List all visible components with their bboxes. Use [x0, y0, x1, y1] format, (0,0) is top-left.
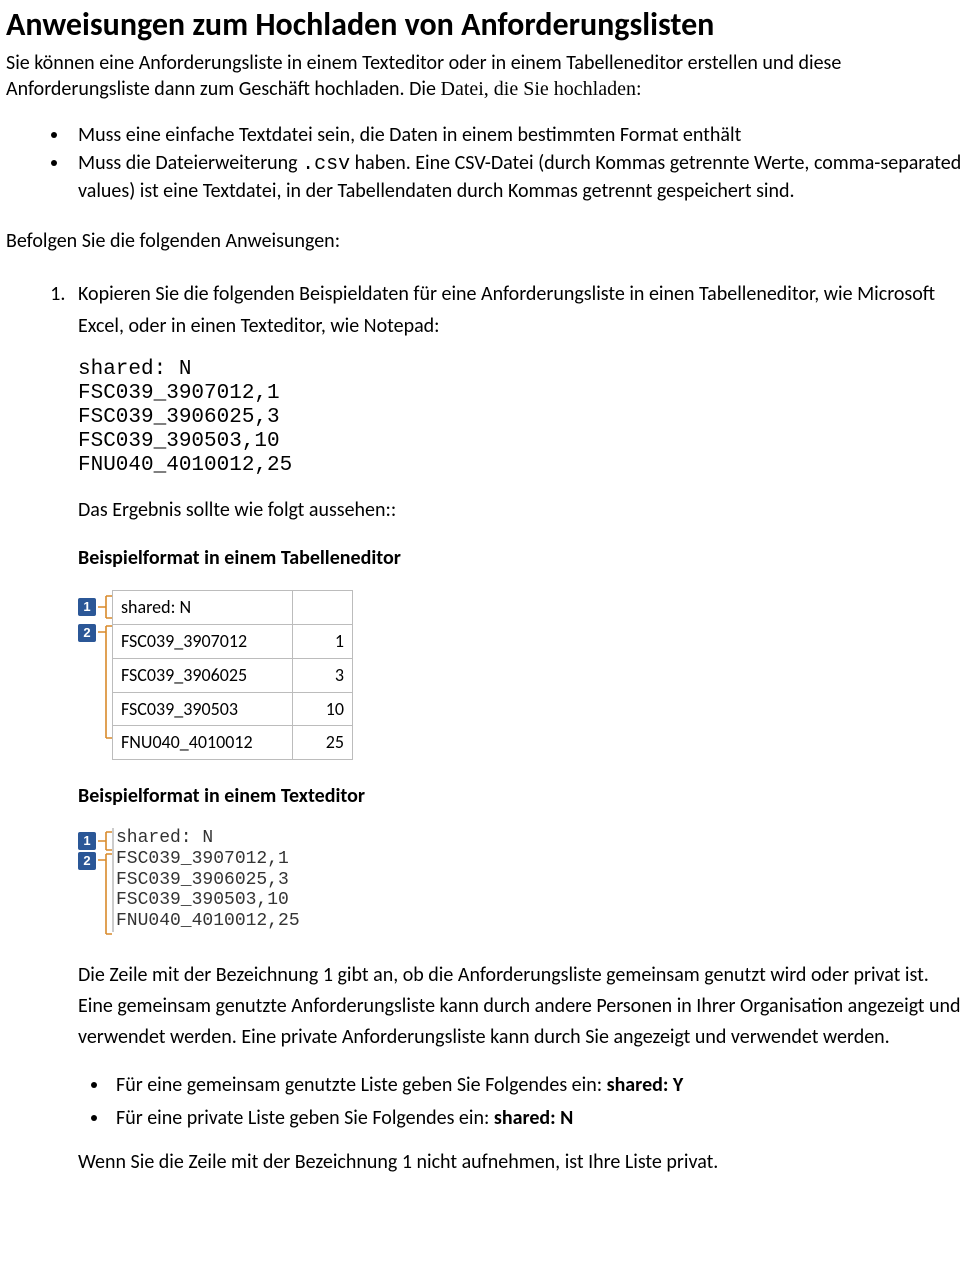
table-row: FSC039_3907012 1: [113, 625, 353, 659]
cell: FSC039_3906025: [113, 658, 293, 692]
subhead-texteditor: Beispielformat in einem Texteditor: [78, 780, 963, 812]
option-bold: shared: N: [494, 1106, 573, 1130]
cell: FSC039_390503: [113, 692, 293, 726]
cell: FNU040_4010012: [113, 726, 293, 760]
spreadsheet-table-wrap: shared: N FSC039_3907012 1 FSC039_390602…: [112, 590, 353, 760]
option-text: Für eine gemeinsam genutzte Liste geben …: [116, 1073, 607, 1097]
table-row: FSC039_390503 10: [113, 692, 353, 726]
cell: [293, 591, 353, 625]
callout-column: 1 2: [78, 590, 112, 740]
bracket-icon: [96, 830, 112, 852]
code-inline: .csv: [302, 153, 350, 176]
intro-text: Sie können eine Anforderungsliste in ein…: [6, 51, 841, 101]
bracket-icon: [96, 592, 112, 622]
page-title: Anweisungen zum Hochladen von Anforderun…: [6, 4, 963, 46]
closing-paragraph: Wenn Sie die Zeile mit der Bezeichnung 1…: [78, 1146, 963, 1178]
requirement-item: Muss die Dateierweiterung .csv haben. Ei…: [70, 150, 963, 204]
option-bold: shared: Y: [607, 1073, 684, 1097]
cell: 1: [293, 625, 353, 659]
step-item: Kopieren Sie die folgenden Beispieldaten…: [70, 278, 963, 1179]
list-item: Für eine gemeinsam genutzte Liste geben …: [110, 1069, 963, 1101]
cell: 10: [293, 692, 353, 726]
explain-paragraph: Die Zeile mit der Bezeichnung 1 gibt an,…: [78, 960, 963, 1053]
steps-list: Kopieren Sie die folgenden Beispieldaten…: [6, 278, 963, 1179]
sample-code-block: shared: N FSC039_3907012,1 FSC039_390602…: [78, 358, 963, 479]
callout-badge-1: 1: [78, 598, 96, 616]
callout-column: 1 2: [78, 828, 112, 936]
cell: 3: [293, 658, 353, 692]
follow-instructions: Befolgen Sie die folgenden Anweisungen:: [6, 228, 963, 254]
result-line: Das Ergebnis sollte wie folgt aussehen::: [78, 494, 963, 526]
requirements-list: Muss eine einfache Textdatei sein, die D…: [6, 122, 963, 204]
cell: FSC039_3907012: [113, 625, 293, 659]
bracket-icon: [96, 852, 112, 936]
callout-badge-1: 1: [78, 832, 96, 850]
option-text: Für eine private Liste geben Sie Folgend…: [116, 1106, 494, 1130]
spreadsheet-table: shared: N FSC039_3907012 1 FSC039_390602…: [112, 590, 353, 760]
intro-paragraph: Sie können eine Anforderungsliste in ein…: [6, 50, 963, 102]
callout-badge-2: 2: [78, 852, 96, 870]
shared-options-list: Für eine gemeinsam genutzte Liste geben …: [78, 1069, 963, 1134]
table-row: FSC039_3906025 3: [113, 658, 353, 692]
list-item: Für eine private Liste geben Sie Folgend…: [110, 1102, 963, 1134]
bracket-icon: [96, 624, 112, 740]
texteditor-example: 1 2 shared: N FSC039_3907012,1 FSC039_39…: [78, 828, 963, 936]
req-text: Muss die Dateierweiterung: [78, 151, 302, 175]
cell: shared: N: [113, 591, 293, 625]
step-intro: Kopieren Sie die folgenden Beispieldaten…: [78, 278, 963, 342]
subhead-spreadsheet: Beispielformat in einem Tabelleneditor: [78, 542, 963, 574]
callout-badge-2: 2: [78, 624, 96, 642]
table-row: FNU040_4010012 25: [113, 726, 353, 760]
cell: 25: [293, 726, 353, 760]
spreadsheet-example: 1 2 shared: N: [78, 590, 963, 760]
intro-serif-phrase: Datei, die Sie hochladen:: [441, 78, 642, 100]
texteditor-block-wrap: shared: N FSC039_3907012,1 FSC039_390602…: [112, 828, 300, 931]
table-row: shared: N: [113, 591, 353, 625]
requirement-item: Muss eine einfache Textdatei sein, die D…: [70, 122, 963, 148]
texteditor-content: shared: N FSC039_3907012,1 FSC039_390602…: [116, 828, 300, 931]
